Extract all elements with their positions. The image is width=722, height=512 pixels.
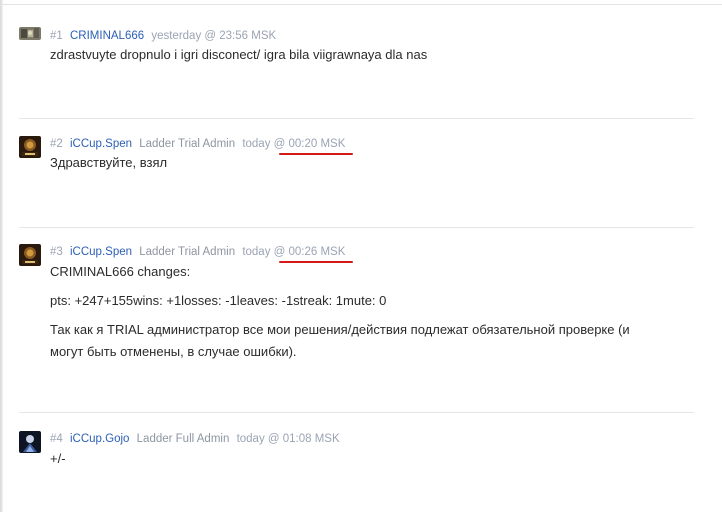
post-number[interactable]: #4 — [50, 433, 63, 445]
user-avatar[interactable] — [19, 136, 41, 158]
user-avatar[interactable] — [19, 244, 41, 266]
red-underline-annotation — [279, 261, 354, 263]
post-separator — [19, 412, 694, 413]
post-separator — [19, 118, 694, 119]
post-header: #4 iCCup.Gojo Ladder Full Admin today @ … — [50, 432, 340, 446]
user-avatar[interactable] — [19, 27, 41, 40]
page-left-edge — [0, 0, 3, 512]
post-timestamp[interactable]: today @ 01:08 MSK — [237, 433, 340, 445]
post-body: +/- — [50, 451, 66, 466]
post-number[interactable]: #3 — [50, 246, 63, 258]
post-author[interactable]: iCCup.Spen — [70, 246, 132, 258]
top-border — [0, 0, 722, 5]
post-author[interactable]: CRIMINAL666 — [70, 30, 144, 42]
post-timestamp-text: today @ 00:20 MSK — [242, 138, 346, 150]
post-body-line: могут быть отменены, в случае ошибки). — [50, 344, 297, 359]
post-body: Здравствуйте, взял — [50, 155, 168, 170]
post-timestamp[interactable]: today @ 00:20 MSK — [242, 138, 354, 155]
red-underline-annotation — [279, 153, 354, 155]
post-header: #2 iCCup.Spen Ladder Trial Admin today @… — [50, 137, 354, 155]
post-timestamp-text: today @ 00:26 MSK — [242, 246, 346, 258]
post-timestamp[interactable]: yesterday @ 23:56 MSK — [151, 30, 276, 42]
post-body-line: Так как я TRIAL администратор все мои ре… — [50, 322, 630, 337]
user-role: Ladder Full Admin — [136, 433, 230, 445]
post-header: #3 iCCup.Spen Ladder Trial Admin today @… — [50, 245, 354, 263]
post-header: #1 CRIMINAL666 yesterday @ 23:56 MSK — [50, 29, 276, 43]
post-body-line: pts: +247+155wins: +1losses: -1leaves: -… — [50, 293, 387, 308]
user-avatar[interactable] — [19, 431, 41, 453]
post-author[interactable]: iCCup.Spen — [70, 138, 132, 150]
post-body-line: CRIMINAL666 changes: — [50, 264, 191, 279]
post-separator — [19, 227, 694, 228]
user-role: Ladder Trial Admin — [139, 138, 236, 150]
post-number[interactable]: #1 — [50, 30, 63, 42]
post-number[interactable]: #2 — [50, 138, 63, 150]
post-timestamp[interactable]: today @ 00:26 MSK — [242, 246, 354, 263]
user-role: Ladder Trial Admin — [139, 246, 236, 258]
post-body: zdrastvuyte dropnulo i igri disconect/ i… — [50, 47, 428, 62]
post-author[interactable]: iCCup.Gojo — [70, 433, 129, 445]
